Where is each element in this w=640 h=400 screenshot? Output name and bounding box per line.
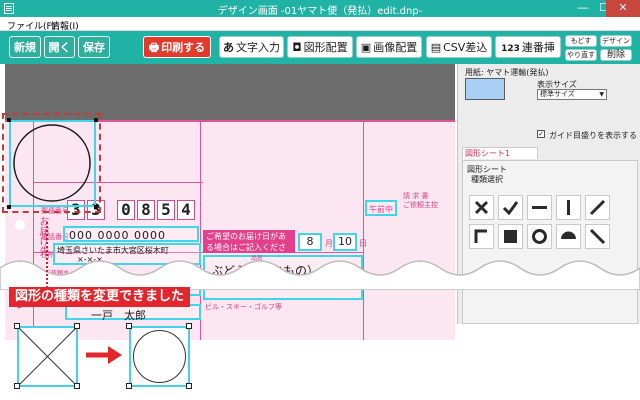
phone-field-text: 000 0000 0000 xyxy=(69,229,166,242)
shape-check-button[interactable] xyxy=(498,195,523,220)
window-title: デザイン画面 -01ヤマト便（発払）edit.dnp- xyxy=(217,6,423,17)
guide-checkbox[interactable]: ✓ xyxy=(537,130,545,138)
after-shape xyxy=(129,326,190,387)
caption-label: 図形の種類を変更できました xyxy=(9,287,191,307)
day-unit: 日 xyxy=(359,239,367,248)
postal-digit[interactable]: 8 xyxy=(137,200,155,220)
paper-label: 用紙: ヤマト運輸(発払) xyxy=(465,68,549,77)
text-input-label: 文字入力 xyxy=(236,41,280,54)
guide-checkbox-label: ガイド目盛りを表示する xyxy=(549,131,637,140)
title-bar: デザイン画面 -01ヤマト便（発払）edit.dnp- — ☐ ✕ xyxy=(0,0,640,17)
text-glyph-icon: あ xyxy=(223,41,234,54)
month-unit: 月 xyxy=(325,239,333,248)
resize-handle[interactable] xyxy=(7,205,11,209)
shape-place-label: 図形配置 xyxy=(303,41,348,54)
day-field[interactable]: 10 xyxy=(333,233,357,251)
chevron-down-icon: ▼ xyxy=(599,91,604,98)
invoice-label: 請 求 書 ご依頼主控 xyxy=(403,192,438,209)
bracket-icon xyxy=(474,229,487,243)
shape-hline-button[interactable] xyxy=(527,195,552,220)
ticket-col-divider-3 xyxy=(363,122,364,340)
demo-handle xyxy=(14,383,20,389)
shape-type-label: 種類選択 xyxy=(471,175,503,184)
selected-circle-shape xyxy=(13,124,91,202)
back-diagonal-icon xyxy=(589,228,606,245)
check-icon xyxy=(502,201,519,216)
printer-icon: 🖶 xyxy=(148,41,160,54)
circle-shape-icon xyxy=(133,330,186,383)
torn-edge-divider xyxy=(0,260,640,290)
before-shape xyxy=(17,326,78,387)
csv-merge-button[interactable]: ▤ CSV差込 xyxy=(426,36,492,58)
design-label[interactable]: デザイン xyxy=(600,35,632,47)
open-button[interactable]: 開く xyxy=(44,36,75,58)
demo-handle xyxy=(126,323,132,329)
redo-button[interactable]: やり直す xyxy=(565,49,597,61)
tab-shape-sheet-1[interactable]: 図形シート1 xyxy=(462,147,538,159)
demo-handle xyxy=(14,323,20,329)
screenshot-stage: デザイン画面 -01ヤマト便（発払）edit.dnp- — ☐ ✕ ファイル(F… xyxy=(0,0,640,400)
demo-handle xyxy=(186,383,192,389)
image-place-button[interactable]: ▣ 画像配置 xyxy=(356,36,422,58)
half-circle-icon xyxy=(561,231,576,239)
save-button[interactable]: 保存 xyxy=(78,36,110,58)
resize-handle[interactable] xyxy=(7,118,11,122)
text-input-button[interactable]: あ文字入力 xyxy=(219,36,284,58)
demo-handle xyxy=(74,323,80,329)
close-button[interactable]: ✕ xyxy=(606,0,640,17)
vertical-line-icon xyxy=(567,200,570,215)
shape-place-button[interactable]: ◘ 図形配置 xyxy=(287,36,353,58)
image-place-label: 画像配置 xyxy=(373,41,418,54)
postal-digit[interactable]: 0 xyxy=(117,200,135,220)
month-field[interactable]: 8 xyxy=(298,233,322,251)
postal-digit[interactable]: 4 xyxy=(177,200,195,220)
demo-handle xyxy=(186,323,192,329)
delete-button[interactable]: 削除 xyxy=(600,49,632,61)
shape-halfcircle-button[interactable] xyxy=(556,224,581,249)
selected-shape[interactable] xyxy=(9,120,96,207)
shape-diagonal-button[interactable] xyxy=(585,195,610,220)
shape-backdiagonal-button[interactable] xyxy=(585,224,610,249)
shape-sheet-group: 図形シート 種類選択 xyxy=(462,160,638,324)
print-label: 印刷する xyxy=(161,41,206,54)
display-size-select[interactable]: 標準サイズ ▼ xyxy=(537,89,607,100)
resize-handle[interactable] xyxy=(94,118,98,122)
time-slot-text: 午前中 xyxy=(369,205,393,214)
postal-digit[interactable]: 5 xyxy=(157,200,175,220)
csv-icon: ▤ xyxy=(430,41,442,54)
shape-vline-button[interactable] xyxy=(556,195,581,220)
shape-square-button[interactable] xyxy=(498,224,523,249)
print-button[interactable]: 🖶 印刷する xyxy=(143,36,211,58)
shape-bracket-button[interactable] xyxy=(469,224,494,249)
demo-handle xyxy=(74,383,80,389)
circle-icon xyxy=(532,229,547,244)
camera-icon: ▣ xyxy=(360,41,372,54)
shape-circle-button[interactable] xyxy=(527,224,552,249)
undo-button[interactable]: もどす xyxy=(565,35,597,47)
horizontal-line-icon xyxy=(532,206,547,209)
cross-shape-icon xyxy=(18,327,77,386)
serial-icon: 123 xyxy=(501,44,520,54)
ticket-circle-mark xyxy=(15,220,25,230)
callout-line xyxy=(46,222,48,288)
new-button[interactable]: 新規 xyxy=(9,36,41,58)
display-size-value: 標準サイズ xyxy=(540,90,575,98)
shape-cross-button[interactable] xyxy=(469,195,494,220)
demo-handle xyxy=(126,383,132,389)
phone-field[interactable]: 000 0000 0000 xyxy=(63,226,199,242)
shape-icon: ◘ xyxy=(292,41,302,54)
menu-bar: ファイル(F) 情報(I) xyxy=(0,17,640,32)
csv-merge-label: CSV差込 xyxy=(443,41,488,54)
diagonal-line-icon xyxy=(589,199,606,216)
filled-square-icon xyxy=(504,230,517,243)
toolbar: 新規 開く 保存 🖶 印刷する あ文字入力 ◘ 図形配置 ▣ 画像配置 ▤ CSV差込 … xyxy=(0,31,640,77)
cross-icon xyxy=(474,200,489,215)
resize-handle[interactable] xyxy=(94,205,98,209)
paper-color-swatch xyxy=(465,78,505,100)
serial-insert-button[interactable]: 123連番挿入 xyxy=(495,36,561,77)
arrow-right-icon xyxy=(86,346,122,364)
name-text: 一戸 太郎 xyxy=(91,309,146,322)
time-slot-field[interactable]: 午前中 xyxy=(365,200,397,216)
service-label: ビル・スキー・ゴルフ等 xyxy=(205,303,282,311)
